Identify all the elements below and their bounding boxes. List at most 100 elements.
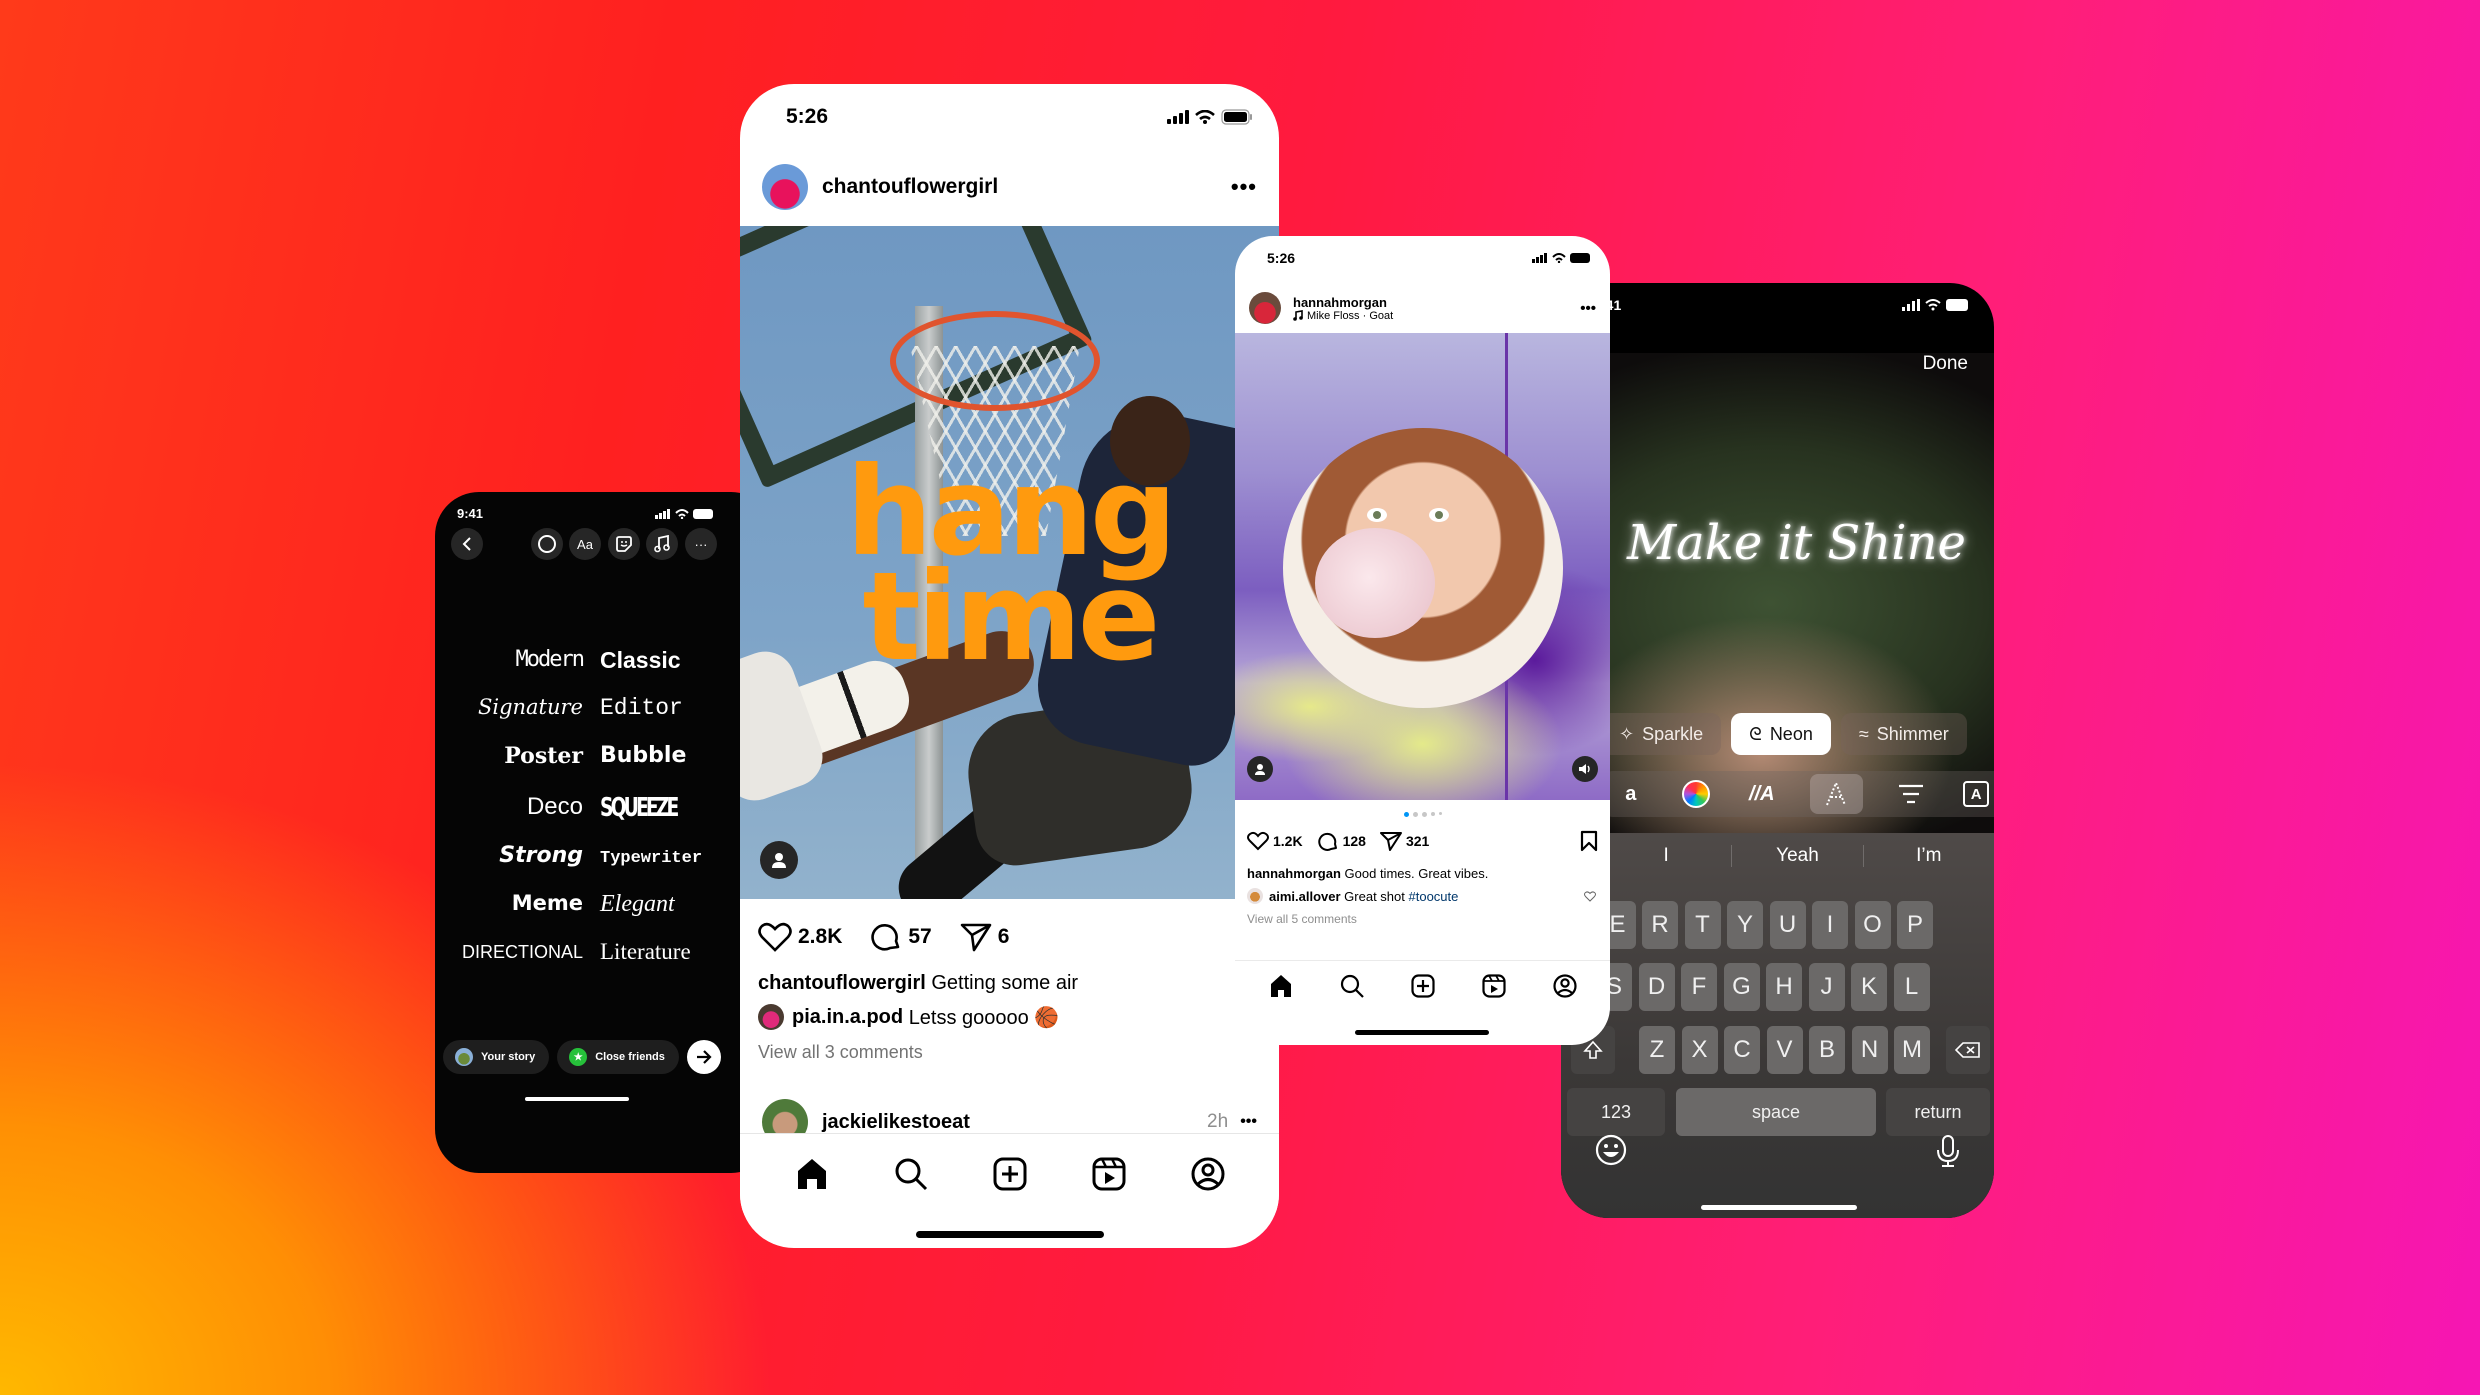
align-button[interactable] bbox=[1893, 774, 1929, 814]
font-option-editor[interactable]: Editor bbox=[600, 695, 683, 721]
key-j[interactable]: J bbox=[1808, 963, 1845, 1011]
search-icon[interactable] bbox=[894, 1157, 928, 1191]
avatar[interactable] bbox=[762, 164, 808, 210]
caption-username[interactable]: hannahmorgan bbox=[1247, 866, 1341, 881]
post-username[interactable]: jackielikestoeat bbox=[822, 1111, 970, 1134]
space-key[interactable]: space bbox=[1676, 1088, 1876, 1136]
font-option-squeeze[interactable]: SQUEEZE bbox=[600, 793, 679, 823]
effect-sparkle-button[interactable]: ✧ Sparkle bbox=[1601, 713, 1722, 755]
key-u[interactable]: U bbox=[1769, 901, 1806, 949]
key-y[interactable]: Y bbox=[1727, 901, 1763, 949]
font-option-signature[interactable]: Signature bbox=[478, 695, 583, 719]
font-option-strong[interactable]: Strong bbox=[499, 843, 583, 868]
avatar[interactable] bbox=[1247, 888, 1263, 904]
italic-tool-button[interactable]: //A bbox=[1744, 774, 1780, 814]
comment-username[interactable]: aimi.allover bbox=[1269, 889, 1341, 904]
key-d[interactable]: D bbox=[1638, 963, 1675, 1011]
back-button[interactable] bbox=[451, 528, 483, 560]
comment-button[interactable]: 57 bbox=[870, 921, 932, 953]
text-button[interactable]: Aa bbox=[569, 528, 601, 560]
key-i[interactable]: I bbox=[1812, 901, 1848, 949]
key-n[interactable]: N bbox=[1851, 1026, 1888, 1074]
key-b[interactable]: B bbox=[1809, 1026, 1845, 1074]
neon-effect-tool-button[interactable] bbox=[1809, 774, 1863, 814]
reels-icon[interactable] bbox=[1481, 973, 1506, 998]
share-button[interactable]: 321 bbox=[1379, 831, 1429, 851]
font-tool-partial[interactable]: a bbox=[1613, 774, 1649, 814]
key-x[interactable]: X bbox=[1681, 1026, 1718, 1074]
font-option-elegant[interactable]: Elegant bbox=[600, 891, 675, 918]
more-options-icon[interactable]: ••• bbox=[1580, 300, 1596, 317]
font-option-bubble[interactable]: Bubble bbox=[600, 743, 686, 768]
done-button[interactable]: Done bbox=[1923, 353, 1968, 375]
font-option-meme[interactable]: Meme bbox=[512, 891, 583, 915]
like-button[interactable]: 2.8K bbox=[758, 922, 842, 952]
avatar[interactable] bbox=[758, 1004, 784, 1030]
key-f[interactable]: F bbox=[1681, 963, 1717, 1011]
effect-shimmer-button[interactable]: ≈ Shimmer bbox=[1840, 713, 1967, 755]
music-button[interactable] bbox=[646, 528, 678, 560]
create-icon[interactable] bbox=[1410, 973, 1435, 998]
key-h[interactable]: H bbox=[1766, 963, 1802, 1011]
caption-username[interactable]: chantouflowergirl bbox=[758, 972, 926, 994]
color-wheel-button[interactable] bbox=[1679, 774, 1715, 814]
comment-button[interactable]: 128 bbox=[1317, 830, 1366, 852]
more-options-icon[interactable]: ••• bbox=[1240, 1113, 1257, 1131]
reels-icon[interactable] bbox=[1092, 1157, 1126, 1191]
draw-button[interactable] bbox=[531, 528, 563, 560]
emoji-button[interactable] bbox=[1595, 1134, 1627, 1166]
share-button[interactable]: 6 bbox=[960, 922, 1009, 952]
bookmark-icon[interactable] bbox=[1580, 830, 1598, 852]
suggestion[interactable]: Yeah bbox=[1732, 845, 1864, 867]
suggestion[interactable]: I bbox=[1601, 845, 1733, 867]
hashtag-link[interactable]: #toocute bbox=[1409, 889, 1459, 904]
like-button[interactable]: 1.2K bbox=[1247, 831, 1303, 851]
avatar[interactable] bbox=[1249, 292, 1281, 324]
numbers-key[interactable]: 123 bbox=[1567, 1088, 1665, 1136]
tagged-users-button[interactable] bbox=[1247, 756, 1273, 782]
key-t[interactable]: T bbox=[1684, 901, 1721, 949]
post-username[interactable]: hannahmorgan bbox=[1293, 295, 1393, 310]
view-all-comments-link[interactable]: View all 3 comments bbox=[758, 1042, 923, 1063]
more-options-icon[interactable]: ••• bbox=[1231, 174, 1257, 200]
home-icon[interactable] bbox=[795, 1157, 829, 1191]
profile-icon[interactable] bbox=[1191, 1157, 1225, 1191]
mute-button[interactable] bbox=[1572, 756, 1598, 782]
key-z[interactable]: Z bbox=[1639, 1026, 1675, 1074]
tagged-users-button[interactable] bbox=[760, 841, 798, 879]
dictation-button[interactable] bbox=[1936, 1134, 1960, 1168]
font-option-modern[interactable]: Modern bbox=[516, 647, 585, 672]
your-story-button[interactable]: Your story bbox=[443, 1040, 550, 1074]
key-v[interactable]: V bbox=[1766, 1026, 1803, 1074]
font-option-typewriter[interactable]: Typewriter bbox=[600, 849, 702, 868]
share-arrow-button[interactable] bbox=[686, 1040, 721, 1074]
suggestion[interactable]: I’m bbox=[1864, 845, 1994, 867]
font-option-deco[interactable]: Deco bbox=[527, 793, 583, 821]
profile-icon[interactable] bbox=[1552, 973, 1577, 998]
create-icon[interactable] bbox=[993, 1157, 1027, 1191]
comment-username[interactable]: pia.in.a.pod bbox=[792, 1006, 903, 1029]
return-key[interactable]: return bbox=[1886, 1088, 1990, 1136]
key-k[interactable]: K bbox=[1851, 963, 1887, 1011]
view-all-comments-link[interactable]: View all 5 comments bbox=[1247, 912, 1357, 926]
sticker-button[interactable] bbox=[608, 528, 640, 560]
heart-icon[interactable] bbox=[1584, 890, 1596, 902]
home-icon[interactable] bbox=[1269, 974, 1293, 998]
neon-text-overlay[interactable]: Make it Shine bbox=[1627, 515, 1966, 571]
font-option-directional[interactable]: DIRECTIONAL bbox=[462, 942, 583, 963]
font-option-literature[interactable]: Literature bbox=[600, 939, 691, 965]
audio-attribution[interactable]: Mike Floss · Goat bbox=[1293, 310, 1393, 322]
font-option-poster[interactable]: Poster bbox=[504, 743, 583, 769]
key-l[interactable]: L bbox=[1893, 963, 1930, 1011]
post-username[interactable]: chantouflowergirl bbox=[822, 175, 998, 199]
key-r[interactable]: R bbox=[1642, 901, 1678, 949]
delete-key[interactable] bbox=[1946, 1026, 1990, 1074]
more-button[interactable]: ··· bbox=[685, 528, 717, 560]
key-c[interactable]: C bbox=[1724, 1026, 1760, 1074]
post-image[interactable] bbox=[1235, 333, 1610, 800]
post-image[interactable]: hang time bbox=[740, 226, 1279, 899]
text-background-button[interactable]: A bbox=[1958, 774, 1994, 814]
effect-neon-button[interactable]: ᘓ Neon bbox=[1731, 713, 1831, 755]
close-friends-button[interactable]: ★ Close friends bbox=[557, 1040, 679, 1074]
font-option-classic[interactable]: Classic bbox=[600, 647, 681, 674]
